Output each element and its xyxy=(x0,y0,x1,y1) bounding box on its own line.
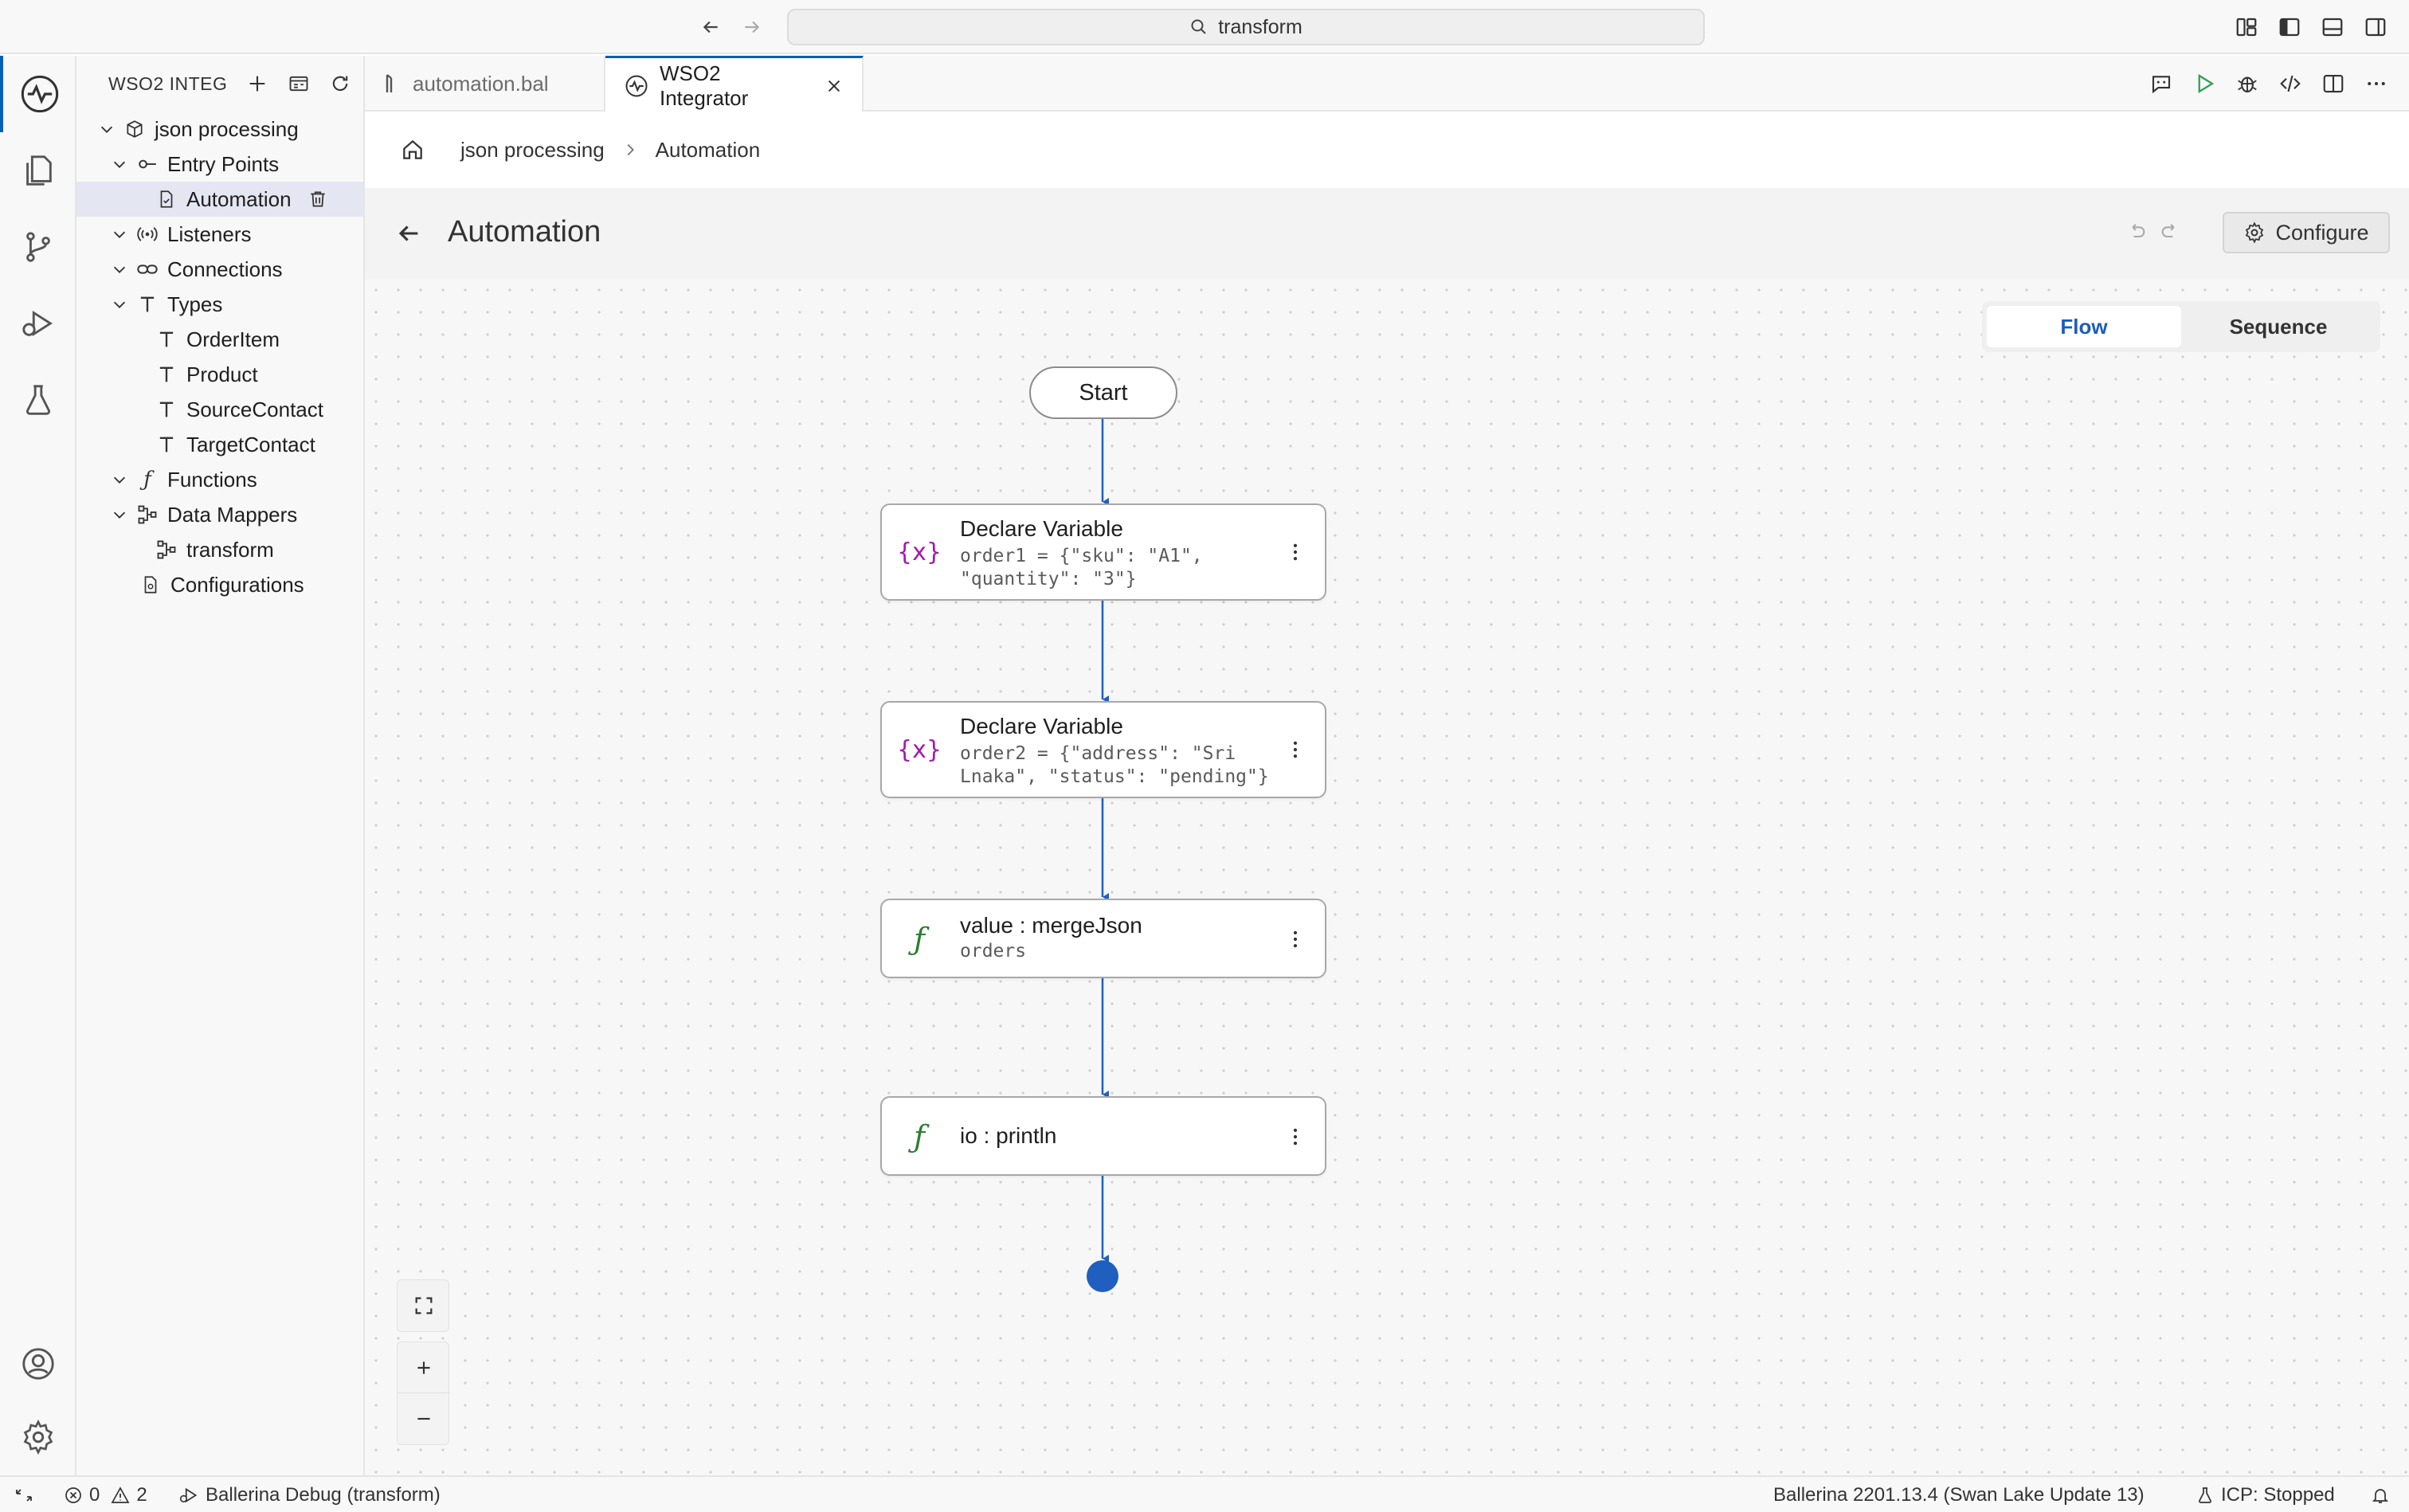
remote-icon[interactable] xyxy=(14,1477,33,1512)
error-icon xyxy=(64,1486,83,1505)
warning-count: 2 xyxy=(136,1484,147,1506)
variable-icon: {x} xyxy=(897,735,942,764)
more-vertical-icon[interactable] xyxy=(1282,736,1309,763)
fit-view-control xyxy=(397,1279,449,1332)
fit-screen-icon[interactable] xyxy=(398,1280,450,1331)
problems-indicator[interactable]: 0 2 xyxy=(64,1477,147,1512)
node-title: value : mergeJson xyxy=(960,913,1142,938)
warning-icon xyxy=(111,1486,130,1505)
function-icon: ƒ xyxy=(913,1119,926,1154)
debug-session[interactable]: Ballerina Debug (transform) xyxy=(178,1477,441,1512)
start-node[interactable]: Start xyxy=(1029,366,1177,419)
node-description: order2 = {"address": "Sri Lnaka", "statu… xyxy=(960,743,1269,787)
flask-icon xyxy=(2196,1486,2215,1505)
flow-node-declare-variable[interactable]: {x} Declare Variable order1 = {"sku": "A… xyxy=(880,503,1326,601)
zoom-in-icon[interactable] xyxy=(398,1342,450,1393)
icp-label: ICP: Stopped xyxy=(2221,1484,2335,1506)
node-title: Declare Variable xyxy=(960,516,1123,541)
more-vertical-icon[interactable] xyxy=(1282,1123,1309,1150)
node-description: order1 = {"sku": "A1", "quantity": "3"} xyxy=(960,546,1203,590)
more-vertical-icon[interactable] xyxy=(1282,539,1309,566)
debug-label: Ballerina Debug (transform) xyxy=(206,1484,441,1506)
debug-icon xyxy=(178,1485,199,1506)
ballerina-version[interactable]: Ballerina 2201.13.4 (Swan Lake Update 13… xyxy=(1773,1477,2145,1512)
node-title: io : println xyxy=(960,1123,1057,1148)
flow-node-function-call[interactable]: ƒ value : mergeJson orders xyxy=(880,899,1326,978)
status-bar: 0 2 Ballerina Debug (transform) Ballerin… xyxy=(0,1475,2409,1512)
function-icon: ƒ xyxy=(913,922,926,957)
variable-icon: {x} xyxy=(897,538,942,566)
zoom-controls xyxy=(397,1342,450,1445)
node-title: Declare Variable xyxy=(960,714,1123,738)
flow-node-declare-variable[interactable]: {x} Declare Variable order2 = {"address"… xyxy=(880,701,1326,798)
end-node[interactable] xyxy=(1087,1260,1118,1292)
error-count: 0 xyxy=(89,1484,100,1506)
more-vertical-icon[interactable] xyxy=(1282,926,1309,953)
zoom-out-icon[interactable] xyxy=(398,1393,450,1444)
node-description: orders xyxy=(960,941,1027,962)
flow-node-function-call[interactable]: ƒ io : println xyxy=(880,1096,1326,1176)
icp-status[interactable]: ICP: Stopped xyxy=(2196,1477,2335,1512)
bell-icon[interactable] xyxy=(2371,1477,2390,1512)
